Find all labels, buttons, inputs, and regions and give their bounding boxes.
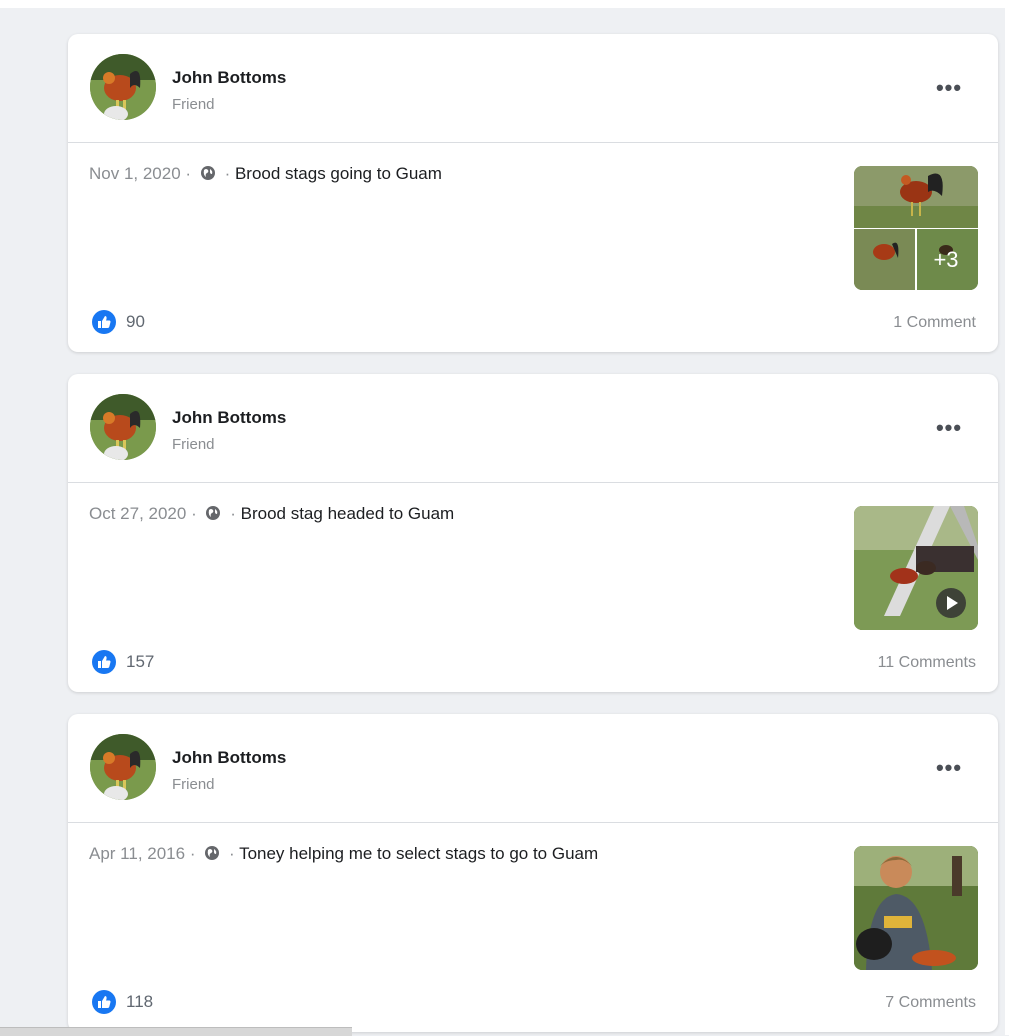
- like-icon[interactable]: [92, 310, 116, 334]
- author-relation: Friend: [172, 776, 215, 793]
- author-avatar[interactable]: [90, 394, 156, 460]
- post-meta: Nov 1, 2020 · · Brood stags going to Gua…: [89, 164, 442, 184]
- post-date[interactable]: Apr 11, 2016: [89, 844, 185, 863]
- more-options-icon: •••: [935, 75, 963, 100]
- post-meta: Oct 27, 2020 · · Brood stag headed to Gu…: [89, 504, 454, 524]
- like-count[interactable]: 157: [126, 652, 154, 672]
- top-edge: [0, 0, 1009, 8]
- more-options-button[interactable]: •••: [924, 410, 974, 446]
- author-avatar[interactable]: [90, 54, 156, 120]
- divider: [68, 482, 998, 483]
- post-header: John Bottoms Friend •••: [68, 374, 998, 482]
- post-caption: Toney helping me to select stags to go t…: [239, 844, 599, 863]
- more-options-button[interactable]: •••: [924, 70, 974, 106]
- post-header: John Bottoms Friend •••: [68, 714, 998, 822]
- like-icon[interactable]: [92, 990, 116, 1014]
- more-options-icon: •••: [935, 755, 963, 780]
- author-avatar[interactable]: [90, 734, 156, 800]
- divider: [68, 822, 998, 823]
- separator: ·: [230, 504, 236, 523]
- more-options-button[interactable]: •••: [924, 750, 974, 786]
- comments-count[interactable]: 7 Comments: [885, 994, 976, 1012]
- author-relation: Friend: [172, 436, 215, 453]
- author-name[interactable]: John Bottoms: [172, 748, 286, 768]
- separator: ·: [224, 164, 231, 183]
- post-card: John Bottoms Friend ••• Nov 1, 2020 · · …: [68, 34, 998, 352]
- post-date[interactable]: Nov 1, 2020: [89, 164, 181, 183]
- separator: ·: [185, 164, 192, 183]
- post-caption: Brood stags going to Guam: [234, 164, 442, 183]
- more-photos-count: +3: [933, 247, 958, 272]
- comments-count[interactable]: 11 Comments: [878, 654, 976, 672]
- author-relation: Friend: [172, 96, 215, 113]
- separator: ·: [189, 844, 196, 863]
- author-name[interactable]: John Bottoms: [172, 68, 286, 88]
- like-count[interactable]: 90: [126, 312, 145, 332]
- globe-icon: [205, 846, 220, 860]
- author-name[interactable]: John Bottoms: [172, 408, 286, 428]
- post-thumbnail[interactable]: [854, 846, 978, 970]
- like-count[interactable]: 118: [126, 992, 153, 1012]
- post-meta: Apr 11, 2016 · · Toney helping me to sel…: [89, 844, 598, 864]
- separator: ·: [191, 504, 197, 523]
- post-card: John Bottoms Friend ••• Apr 11, 2016 · ·…: [68, 714, 998, 1032]
- right-edge: [1005, 0, 1009, 1035]
- comments-count[interactable]: 1 Comment: [893, 314, 976, 332]
- globe-icon: [206, 506, 221, 520]
- post-header: John Bottoms Friend •••: [68, 34, 998, 142]
- post-thumbnail[interactable]: +3: [854, 166, 978, 290]
- post-thumbnail[interactable]: [854, 506, 978, 630]
- divider: [68, 142, 998, 143]
- more-options-icon: •••: [935, 415, 963, 440]
- globe-icon: [200, 166, 215, 180]
- post-card: John Bottoms Friend ••• Oct 27, 2020 · ·…: [68, 374, 998, 692]
- like-icon[interactable]: [92, 650, 116, 674]
- separator: ·: [228, 844, 235, 863]
- post-caption: Brood stag headed to Guam: [240, 504, 455, 523]
- post-date[interactable]: Oct 27, 2020: [89, 504, 186, 523]
